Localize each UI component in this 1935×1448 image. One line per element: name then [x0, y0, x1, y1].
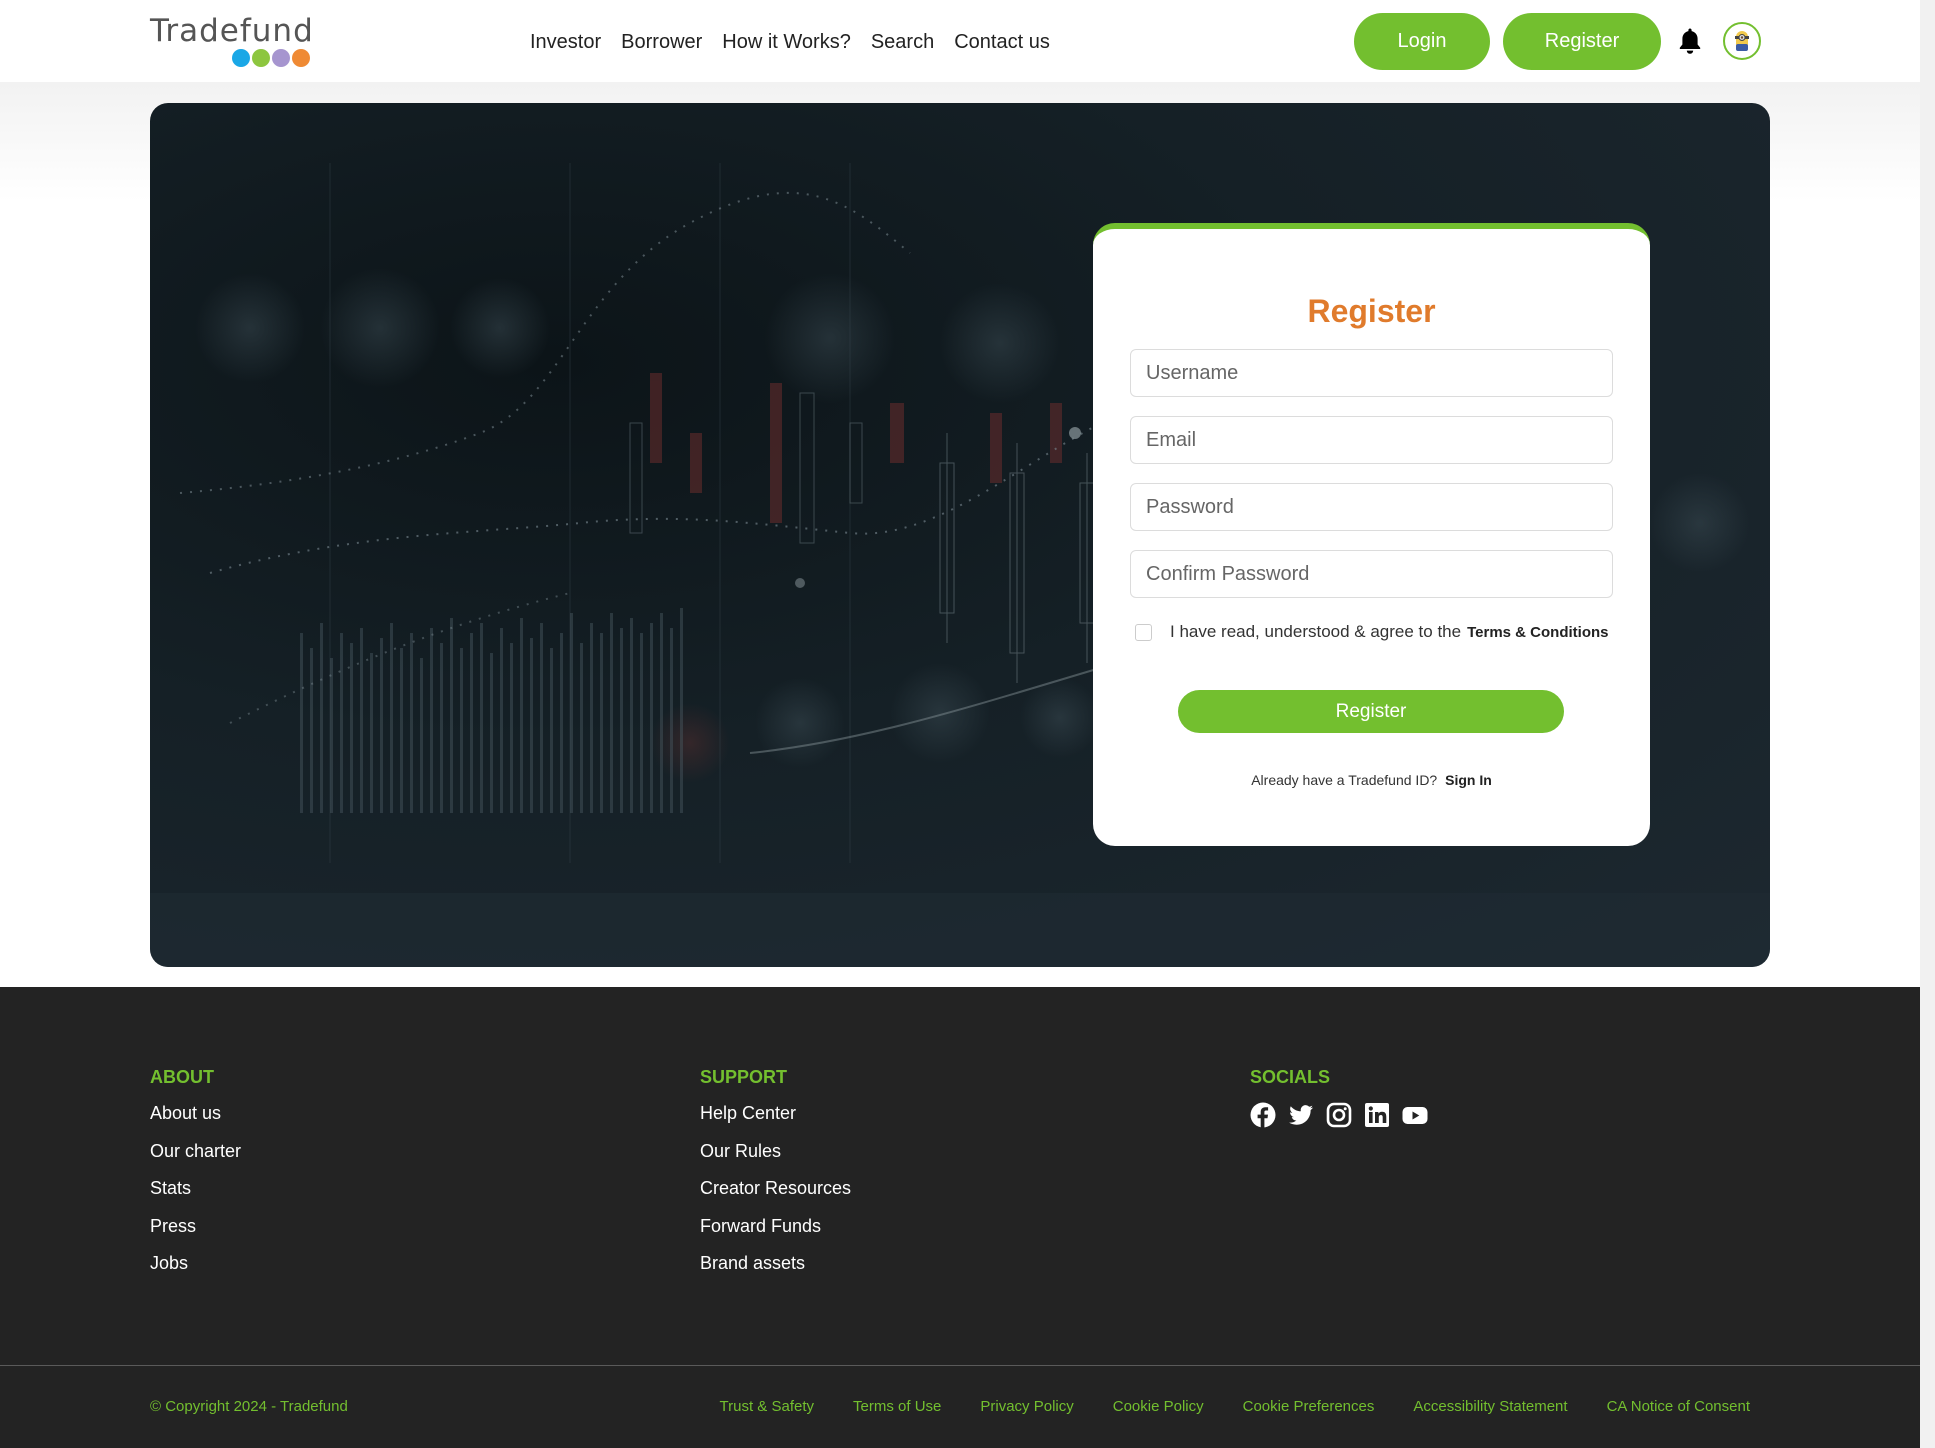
legal-links: Trust & Safety Terms of Use Privacy Poli… [720, 1398, 1750, 1415]
nav-contact-us[interactable]: Contact us [954, 28, 1050, 56]
hero-banner: Register I have read, understood & agree… [150, 103, 1770, 967]
confirm-password-input[interactable] [1130, 550, 1613, 598]
youtube-icon[interactable] [1402, 1102, 1428, 1128]
footer-link-stats[interactable]: Stats [150, 1178, 191, 1198]
register-title: Register [1307, 293, 1436, 329]
footer-about-column: ABOUT About us Our charter Stats Press J… [150, 1067, 241, 1290]
instagram-icon[interactable] [1326, 1102, 1352, 1128]
register-card: Register I have read, understood & agree… [1093, 223, 1650, 846]
logo-dot-green [252, 49, 270, 67]
footer-link-brand-assets[interactable]: Brand assets [700, 1253, 805, 1273]
email-input[interactable] [1130, 416, 1613, 464]
facebook-icon[interactable] [1250, 1102, 1276, 1128]
footer-link-our-charter[interactable]: Our charter [150, 1141, 241, 1161]
nav-investor[interactable]: Investor [530, 28, 601, 56]
footer-divider [0, 1365, 1920, 1366]
linkedin-icon[interactable] [1364, 1102, 1390, 1128]
nav-how-it-works[interactable]: How it Works? [722, 28, 851, 56]
legal-link-privacy-policy[interactable]: Privacy Policy [980, 1398, 1073, 1415]
copyright-text: © Copyright 2024 - Tradefund [150, 1398, 348, 1415]
password-input[interactable] [1130, 483, 1613, 531]
legal-link-trust-safety[interactable]: Trust & Safety [720, 1398, 814, 1415]
legal-link-terms-of-use[interactable]: Terms of Use [853, 1398, 941, 1415]
terms-checkbox[interactable] [1135, 623, 1152, 641]
signin-row: Already have a Tradefund ID? Sign In [1093, 772, 1650, 788]
main-nav: Investor Borrower How it Works? Search C… [530, 28, 1050, 56]
footer-link-help-center[interactable]: Help Center [700, 1103, 796, 1123]
footer-link-press[interactable]: Press [150, 1216, 196, 1236]
nav-borrower[interactable]: Borrower [621, 28, 702, 56]
footer-socials-column: SOCIALS [1250, 1067, 1428, 1128]
footer-about-heading: ABOUT [150, 1067, 214, 1087]
logo-dots [232, 49, 310, 67]
header-register-button[interactable]: Register [1503, 13, 1661, 70]
top-header: Tradefund Investor Borrower How it Works… [0, 0, 1920, 82]
signin-prompt: Already have a Tradefund ID? [1251, 772, 1438, 788]
nav-search[interactable]: Search [871, 28, 934, 56]
logo-dot-orange [292, 49, 310, 67]
legal-link-cookie-preferences[interactable]: Cookie Preferences [1243, 1398, 1375, 1415]
page-scrollbar-gutter[interactable] [1920, 0, 1935, 1448]
social-icons [1250, 1102, 1428, 1128]
footer-link-forward-funds[interactable]: Forward Funds [700, 1216, 821, 1236]
footer-support-column: SUPPORT Help Center Our Rules Creator Re… [700, 1067, 851, 1290]
terms-row: I have read, understood & agree to the T… [1135, 622, 1609, 642]
logo-wordmark: Tradefund [150, 13, 314, 49]
legal-link-cookie-policy[interactable]: Cookie Policy [1113, 1398, 1204, 1415]
footer-link-jobs[interactable]: Jobs [150, 1253, 188, 1273]
logo-dot-purple [272, 49, 290, 67]
tradefund-logo[interactable]: Tradefund [150, 14, 320, 70]
username-input[interactable] [1130, 349, 1613, 397]
logo-dot-blue [232, 49, 250, 67]
login-button[interactable]: Login [1354, 13, 1490, 70]
terms-conditions-link[interactable]: Terms & Conditions [1467, 624, 1608, 641]
site-footer: ABOUT About us Our charter Stats Press J… [0, 987, 1920, 1448]
footer-support-heading: SUPPORT [700, 1067, 788, 1087]
register-submit-button[interactable]: Register [1178, 690, 1564, 733]
footer-link-our-rules[interactable]: Our Rules [700, 1141, 781, 1161]
footer-socials-heading: SOCIALS [1250, 1067, 1331, 1087]
bell-icon[interactable] [1678, 27, 1702, 55]
user-avatar-icon[interactable] [1723, 22, 1761, 60]
signin-link[interactable]: Sign In [1445, 772, 1492, 788]
legal-link-accessibility-statement[interactable]: Accessibility Statement [1413, 1398, 1567, 1415]
footer-link-about-us[interactable]: About us [150, 1103, 221, 1123]
terms-text: I have read, understood & agree to the [1170, 622, 1462, 641]
footer-link-creator-resources[interactable]: Creator Resources [700, 1178, 851, 1198]
twitter-icon[interactable] [1288, 1102, 1314, 1128]
legal-link-ca-notice-of-consent[interactable]: CA Notice of Consent [1607, 1398, 1750, 1415]
